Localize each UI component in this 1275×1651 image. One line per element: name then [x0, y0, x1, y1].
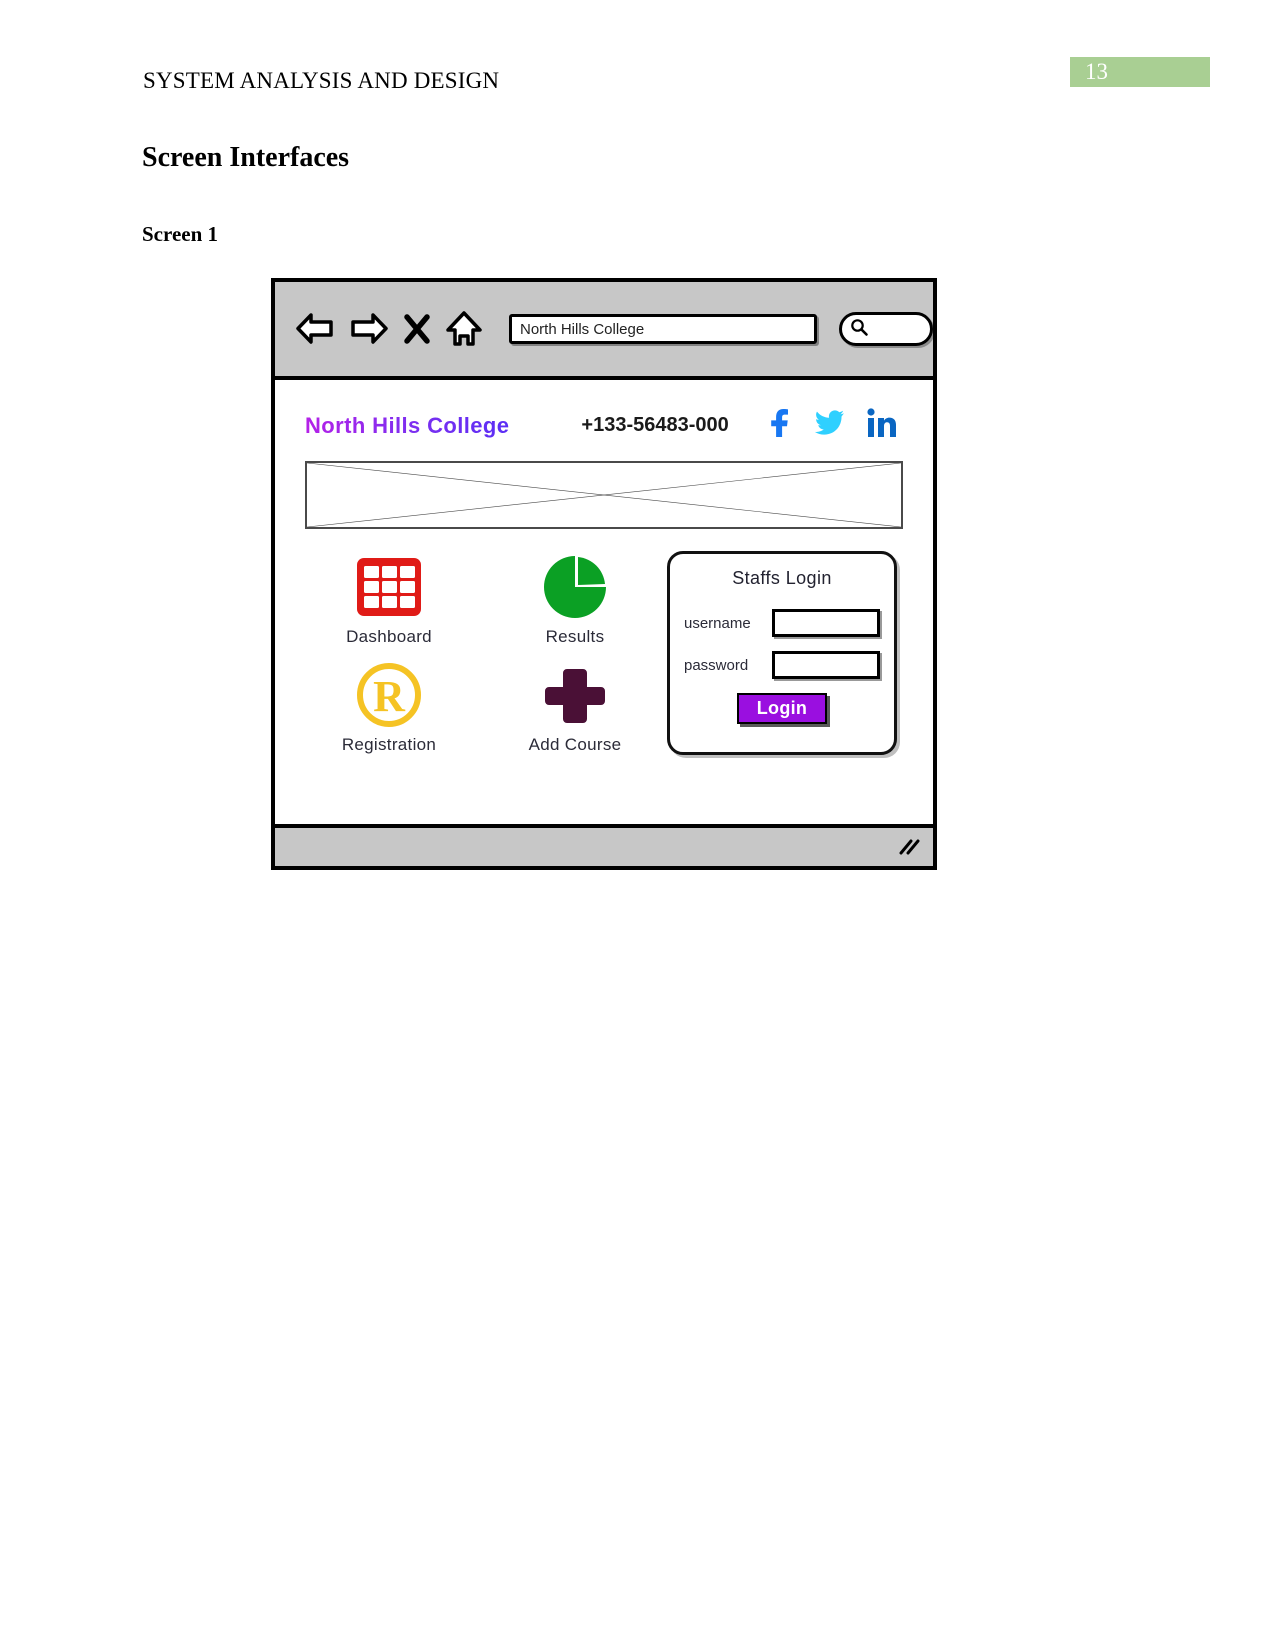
login-button-wrap: Login — [684, 693, 880, 724]
page-title: Screen Interfaces — [142, 142, 350, 173]
staffs-login-panel: Staffs Login username password Login — [667, 551, 897, 755]
tile-add-course[interactable]: Add Course — [493, 659, 657, 755]
tile-registration[interactable]: R Registration — [307, 659, 471, 755]
pie-chart-icon — [542, 551, 608, 623]
tile-label: Results — [545, 627, 605, 646]
site-header: North Hills College +133-56483-000 — [275, 380, 933, 443]
username-input[interactable] — [772, 609, 880, 637]
back-arrow-icon[interactable] — [295, 311, 335, 347]
password-label: password — [684, 656, 749, 674]
facebook-icon[interactable] — [767, 408, 793, 443]
forward-arrow-icon[interactable] — [349, 311, 389, 347]
grid-table-icon — [355, 551, 423, 623]
linkedin-icon[interactable] — [867, 408, 897, 443]
close-x-icon[interactable] — [403, 312, 431, 346]
banner-image-placeholder — [305, 461, 903, 529]
feature-tiles: Dashboard Results R Registration Add Cou… — [307, 551, 657, 755]
username-label: username — [684, 614, 751, 632]
browser-nav-icons — [295, 309, 483, 349]
browser-toolbar: North Hills College — [275, 282, 933, 380]
svg-text:R: R — [373, 672, 406, 721]
magnifier-icon — [849, 317, 869, 342]
home-icon[interactable] — [445, 309, 483, 349]
screen-subtitle: Screen 1 — [142, 222, 219, 246]
username-row: username — [684, 609, 880, 637]
url-text: North Hills College — [520, 320, 645, 338]
browser-statusbar — [275, 824, 933, 866]
tile-label: Registration — [341, 735, 437, 754]
plus-icon — [544, 659, 606, 731]
tile-dashboard[interactable]: Dashboard — [307, 551, 471, 647]
site-brand: North Hills College — [305, 412, 510, 438]
resize-grip-icon[interactable] — [897, 837, 921, 857]
contact-phone: +133-56483-000 — [581, 414, 729, 436]
site-viewport: North Hills College +133-56483-000 Dashb… — [275, 380, 933, 812]
twitter-icon[interactable] — [814, 409, 845, 442]
login-panel-title: Staffs Login — [732, 568, 832, 588]
registered-r-icon: R — [354, 659, 424, 731]
tile-label: Dashboard — [346, 627, 432, 646]
tile-results[interactable]: Results — [493, 551, 657, 647]
password-input[interactable] — [772, 651, 880, 679]
browser-search-box[interactable] — [839, 312, 933, 346]
url-input[interactable]: North Hills College — [509, 314, 818, 344]
main-content-row: Dashboard Results R Registration Add Cou… — [275, 529, 933, 755]
login-button[interactable]: Login — [736, 693, 828, 724]
running-header: SYSTEM ANALYSIS AND DESIGN — [143, 68, 500, 93]
page-number-badge: 13 — [1070, 57, 1210, 87]
password-row: password — [684, 651, 880, 679]
browser-window-mockup: North Hills College North Hills College … — [271, 278, 937, 870]
tile-label: Add Course — [528, 735, 622, 754]
social-links — [767, 408, 897, 443]
